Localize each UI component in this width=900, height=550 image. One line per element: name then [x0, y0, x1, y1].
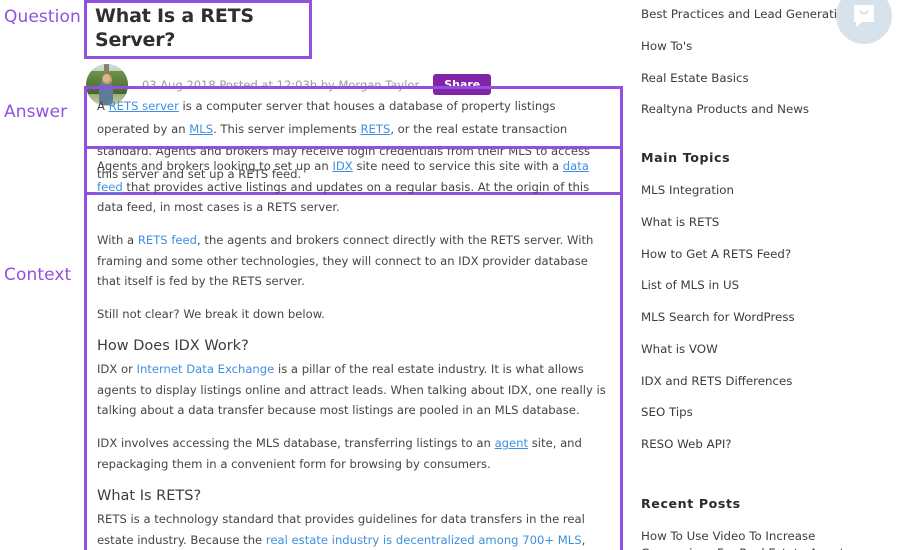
- link-rets-feed[interactable]: RETS feed: [138, 233, 197, 247]
- section-what-is-rets: What Is RETS? RETS is a technology stand…: [97, 486, 610, 550]
- link-agent[interactable]: agent: [495, 436, 529, 450]
- sidebar: Best Practices and Lead Generation How T…: [641, 0, 891, 550]
- sidebar-item-real-estate-basics[interactable]: Real Estate Basics: [641, 70, 891, 87]
- sidebar-item-what-is-vow[interactable]: What is VOW: [641, 341, 891, 358]
- context-box: Agents and brokers looking to set up an …: [84, 146, 623, 550]
- page-title-box: What Is a RETS Server?: [84, 0, 312, 59]
- sidebar-item-reso-web-api[interactable]: RESO Web API?: [641, 436, 891, 453]
- page-title: What Is a RETS Server?: [95, 5, 254, 51]
- ctx-text-8: IDX involves accessing the MLS database,…: [97, 436, 495, 450]
- sidebar-item-list-of-mls[interactable]: List of MLS in US: [641, 277, 891, 294]
- context-paragraph-3: Still not clear? We break it down below.: [97, 306, 325, 321]
- sidebar-heading-recent-posts: Recent Posts: [641, 495, 741, 511]
- context-paragraph-4: IDX or Internet Data Exchange is a pilla…: [97, 359, 610, 421]
- annotation-label-context: Context: [4, 265, 72, 285]
- sidebar-item-get-rets-feed[interactable]: How to Get A RETS Feed?: [641, 246, 891, 263]
- sidebar-item-what-is-rets[interactable]: What is RETS: [641, 214, 891, 231]
- section-heading-idx: How Does IDX Work?: [97, 338, 249, 355]
- link-internet-data-exchange[interactable]: Internet Data Exchange: [137, 362, 275, 376]
- sidebar-item-realtyna-products[interactable]: Realtyna Products and News: [641, 101, 891, 118]
- page-root: Question Answer Context What Is a RETS S…: [0, 0, 900, 550]
- sidebar-item-seo-tips[interactable]: SEO Tips: [641, 404, 891, 421]
- link-decentralized-mls[interactable]: real estate industry is decentralized am…: [266, 533, 582, 547]
- sidebar-recent-post-1[interactable]: How To Use Video To Increase Conversions…: [641, 528, 891, 550]
- ctx-text-2: site need to service this site with a: [352, 159, 563, 173]
- link-idx[interactable]: IDX: [332, 159, 352, 173]
- answer-text-3: . This server implements: [213, 121, 361, 136]
- link-mls[interactable]: MLS: [189, 122, 213, 136]
- annotation-label-question: Question: [4, 7, 81, 27]
- sidebar-item-mls-search-wordpress[interactable]: MLS Search for WordPress: [641, 309, 891, 326]
- answer-text-1: A: [97, 99, 109, 113]
- ctx-text-4: With a: [97, 232, 138, 247]
- link-rets-server[interactable]: RETS server: [109, 99, 179, 113]
- annotation-label-answer: Answer: [4, 102, 68, 122]
- context-paragraph-1: Agents and brokers looking to set up an …: [97, 156, 610, 218]
- section-how-does-idx-work: How Does IDX Work? IDX or Internet Data …: [97, 336, 610, 474]
- section-heading-rets: What Is RETS?: [97, 488, 202, 505]
- sidebar-recent-posts-section: Recent Posts How To Use Video To Increas…: [641, 496, 891, 550]
- sidebar-item-idx-rets-differences[interactable]: IDX and RETS Differences: [641, 373, 891, 390]
- sidebar-heading-main-topics: Main Topics: [641, 150, 731, 165]
- context-paragraph-2: With a RETS feed, the agents and brokers…: [97, 230, 610, 292]
- ctx-text-1: Agents and brokers looking to set up an: [97, 159, 333, 173]
- link-rets[interactable]: RETS: [360, 122, 390, 136]
- sidebar-main-topics-section: Main Topics MLS Integration What is RETS…: [641, 150, 891, 453]
- sidebar-item-mls-integration[interactable]: MLS Integration: [641, 182, 891, 199]
- context-paragraph-5: IDX involves accessing the MLS database,…: [97, 433, 610, 474]
- ctx-text-6: IDX or: [97, 362, 137, 377]
- context-paragraph-6: RETS is a technology standard that provi…: [97, 509, 610, 550]
- chat-bubble-icon: [854, 5, 874, 27]
- ctx-text-3: that provides active listings and update…: [97, 179, 590, 215]
